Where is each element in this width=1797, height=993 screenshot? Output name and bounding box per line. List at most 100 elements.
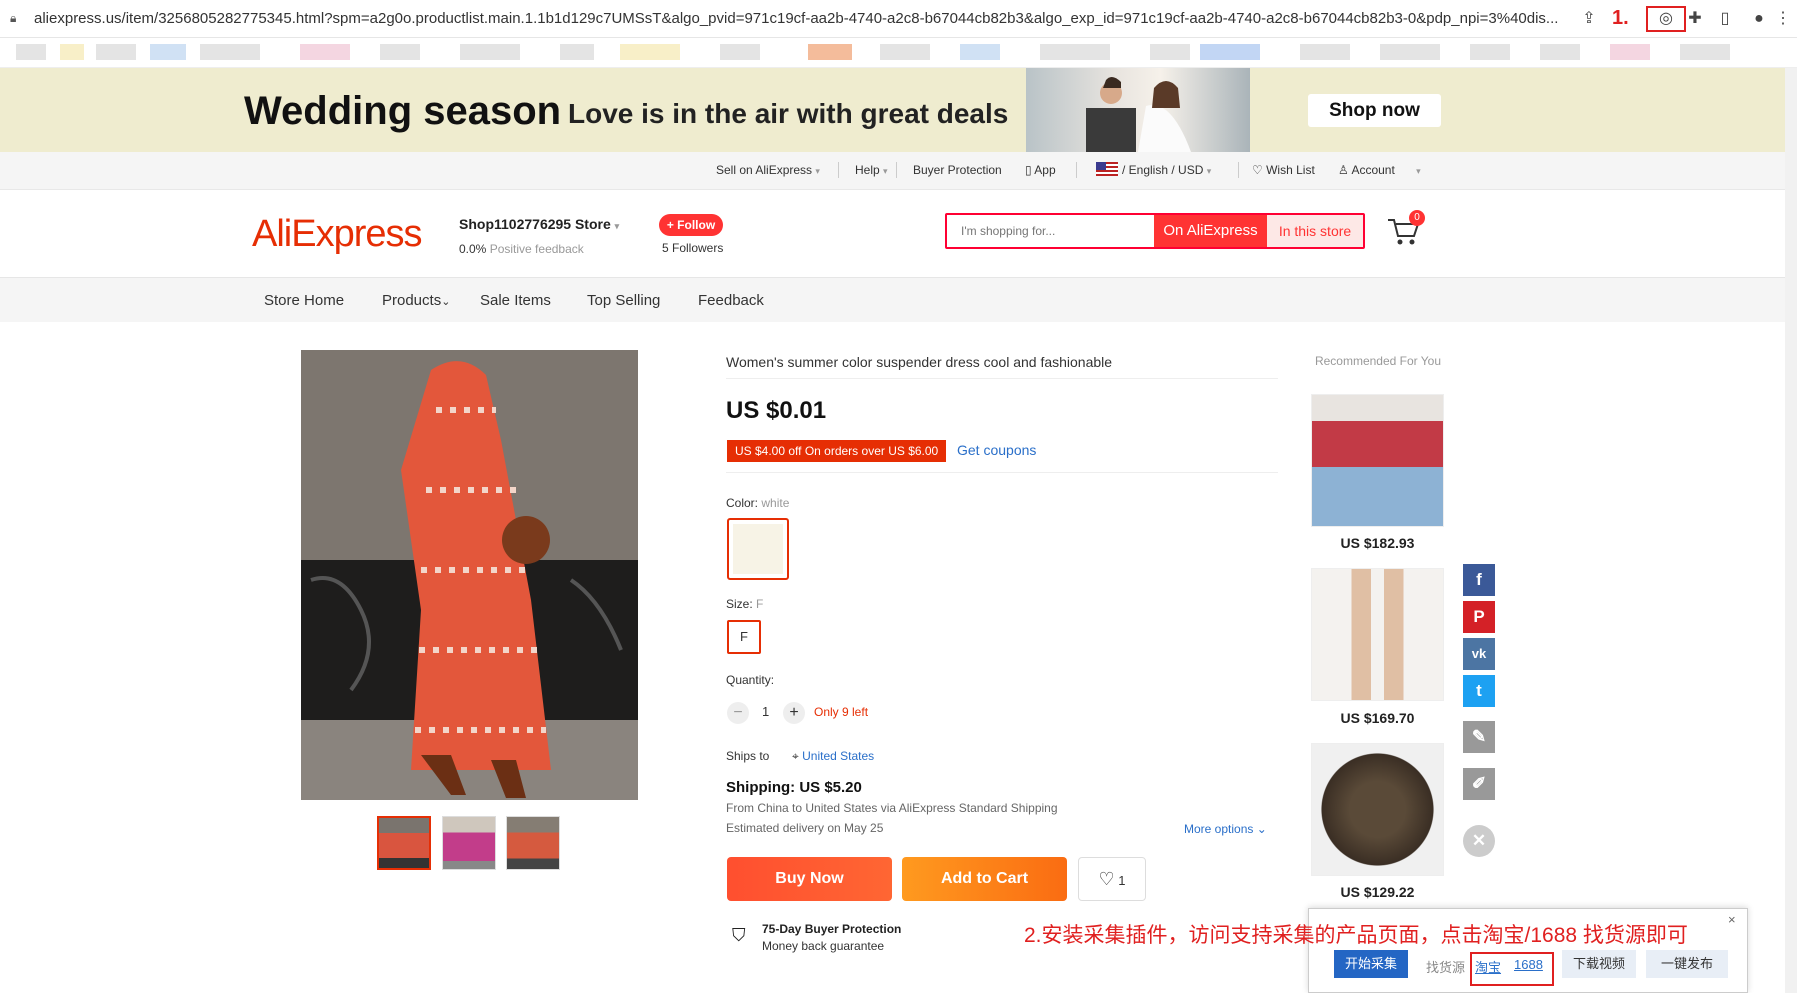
store-nav-sale-items[interactable]: Sale Items xyxy=(480,292,551,309)
1688-source-link[interactable]: 1688 xyxy=(1514,957,1543,972)
quantity-increase-button[interactable]: + xyxy=(783,702,805,724)
followers-count: 5 Followers xyxy=(662,241,724,255)
follow-button[interactable]: + Follow xyxy=(659,214,723,236)
chevron-down-icon: ▾ xyxy=(883,166,888,176)
banner-wedding-photo xyxy=(1026,68,1250,152)
product-title: Women's summer color suspender dress coo… xyxy=(726,354,1113,370)
more-options-link[interactable]: More options ⌄ xyxy=(1184,822,1267,836)
shipping-route: From China to United States via AliExpre… xyxy=(726,801,1058,815)
close-icon[interactable]: ✕ xyxy=(1463,825,1495,857)
location-pin-icon: ⌖ xyxy=(792,749,799,763)
ships-to-label: Ships to xyxy=(726,749,770,763)
recommended-item-image[interactable] xyxy=(1311,743,1444,876)
download-video-button[interactable]: 下载视频 xyxy=(1562,950,1636,978)
divider xyxy=(726,378,1278,379)
store-name-label: Shop1102776295 Store xyxy=(459,216,611,232)
wishlist-button[interactable]: ♡ 1 xyxy=(1078,857,1146,901)
twitter-icon[interactable]: t xyxy=(1463,675,1495,707)
color-label: Color: white xyxy=(726,496,789,510)
destination-label: United States xyxy=(802,749,875,763)
buy-now-button[interactable]: Buy Now xyxy=(727,857,892,901)
size-label-text: Size: xyxy=(726,597,753,611)
profile-icon[interactable]: ● xyxy=(1748,8,1770,30)
share-icon[interactable]: ⇪ xyxy=(1578,8,1600,30)
size-label: Size: F xyxy=(726,597,763,611)
store-nav-feedback[interactable]: Feedback xyxy=(698,292,764,309)
quantity-value[interactable]: 1 xyxy=(762,704,769,719)
size-option[interactable]: F xyxy=(727,620,761,654)
account-link[interactable]: ♙ Account ▾ xyxy=(1338,163,1421,177)
pinterest-icon[interactable]: P xyxy=(1463,601,1495,633)
annotation-step-1: 1. xyxy=(1612,7,1629,29)
stock-warning: Only 9 left xyxy=(814,705,869,719)
estimated-delivery: Estimated delivery on May 25 xyxy=(726,821,884,835)
puzzle-icon[interactable]: ✚ xyxy=(1684,8,1706,30)
chevron-down-icon: ▾ xyxy=(1416,166,1421,176)
product-thumbnail[interactable] xyxy=(442,816,496,870)
store-name[interactable]: Shop1102776295 Store ▾ xyxy=(459,216,619,232)
search-input[interactable] xyxy=(947,215,1151,247)
product-main-image[interactable] xyxy=(301,350,638,800)
coupon-badge: US $4.00 off On orders over US $6.00 xyxy=(727,440,947,462)
recommended-item-image[interactable] xyxy=(1311,394,1444,527)
get-coupons-link[interactable]: Get coupons xyxy=(957,442,1036,458)
color-value: white xyxy=(761,496,790,510)
store-nav-top-selling[interactable]: Top Selling xyxy=(587,292,660,309)
user-icon: ♙ xyxy=(1338,163,1349,177)
language-currency-selector[interactable]: / English / USD ▾ xyxy=(1122,163,1211,177)
cart-count-badge: 0 xyxy=(1409,210,1425,226)
phone-icon: ▯ xyxy=(1025,163,1032,177)
lock-icon: 🔒︎ xyxy=(10,11,17,25)
recommended-title: Recommended For You xyxy=(1314,354,1442,368)
chevron-down-icon: ⌄ xyxy=(1256,822,1267,836)
aliexpress-logo[interactable]: AliExpress xyxy=(252,213,422,256)
wish-list-link[interactable]: ♡ Wish List xyxy=(1252,163,1315,177)
shop-now-button[interactable]: Shop now xyxy=(1308,94,1441,127)
store-nav-products[interactable]: Products⌄ xyxy=(382,292,450,309)
wish-count: 1 xyxy=(1118,873,1126,888)
facebook-icon[interactable]: f xyxy=(1463,564,1495,596)
buyer-protection-title: 75-Day Buyer Protection xyxy=(762,922,902,936)
feedback-label: Positive feedback xyxy=(489,242,584,256)
product-thumbnail[interactable] xyxy=(377,816,431,870)
top-navigation xyxy=(0,152,1797,190)
start-collect-button[interactable]: 开始采集 xyxy=(1334,950,1408,978)
more-icon[interactable]: ⋮ xyxy=(1772,8,1794,30)
app-link[interactable]: ▯ App xyxy=(1025,163,1056,177)
vk-icon[interactable]: vk xyxy=(1463,638,1495,670)
edit-icon[interactable]: ✎ xyxy=(1463,721,1495,753)
recommended-item-price[interactable]: US $169.70 xyxy=(1311,710,1444,726)
add-to-cart-button[interactable]: Add to Cart xyxy=(902,857,1067,901)
buyer-protection-link[interactable]: Buyer Protection xyxy=(913,163,1002,177)
wishlist-label: Wish List xyxy=(1266,163,1315,177)
sell-on-aliexpress-link[interactable]: Sell on AliExpress ▾ xyxy=(716,163,820,177)
buyer-protection-subtitle: Money back guarantee xyxy=(762,939,885,953)
ships-to-destination[interactable]: ⌖ United States xyxy=(792,749,874,764)
divider xyxy=(726,472,1278,473)
search-in-store-button[interactable]: In this store xyxy=(1267,215,1363,247)
search-on-aliexpress-button[interactable]: On AliExpress xyxy=(1154,215,1267,247)
store-nav-store-home[interactable]: Store Home xyxy=(264,292,344,309)
scrollbar[interactable] xyxy=(1785,68,1797,993)
sell-label: Sell on AliExpress xyxy=(716,163,813,177)
quantity-decrease-button[interactable]: − xyxy=(727,702,749,724)
recommended-item-image[interactable] xyxy=(1311,568,1444,701)
plugin-close-icon[interactable]: × xyxy=(1728,912,1736,927)
shield-check-icon: ⛉ xyxy=(732,925,746,945)
extension-robot-icon[interactable]: ◎ xyxy=(1655,8,1677,30)
quantity-label: Quantity: xyxy=(726,673,775,687)
taobao-source-link[interactable]: 淘宝 xyxy=(1475,957,1501,976)
language-label: / English / USD xyxy=(1122,163,1204,177)
divider xyxy=(1076,162,1077,178)
url-text[interactable]: aliexpress.us/item/3256805282775345.html… xyxy=(34,10,1558,27)
one-click-publish-button[interactable]: 一键发布 xyxy=(1646,950,1728,978)
recommended-item-price[interactable]: US $182.93 xyxy=(1311,535,1444,551)
sidepanel-icon[interactable]: ▯ xyxy=(1714,8,1736,30)
recommended-item-price[interactable]: US $129.22 xyxy=(1311,884,1444,900)
help-link[interactable]: Help ▾ xyxy=(855,163,888,177)
pencil-icon[interactable]: ✐ xyxy=(1463,768,1495,800)
more-options-label: More options xyxy=(1184,822,1254,836)
us-flag-icon xyxy=(1096,162,1118,176)
product-thumbnail[interactable] xyxy=(506,816,560,870)
color-swatch-white[interactable] xyxy=(727,518,789,580)
